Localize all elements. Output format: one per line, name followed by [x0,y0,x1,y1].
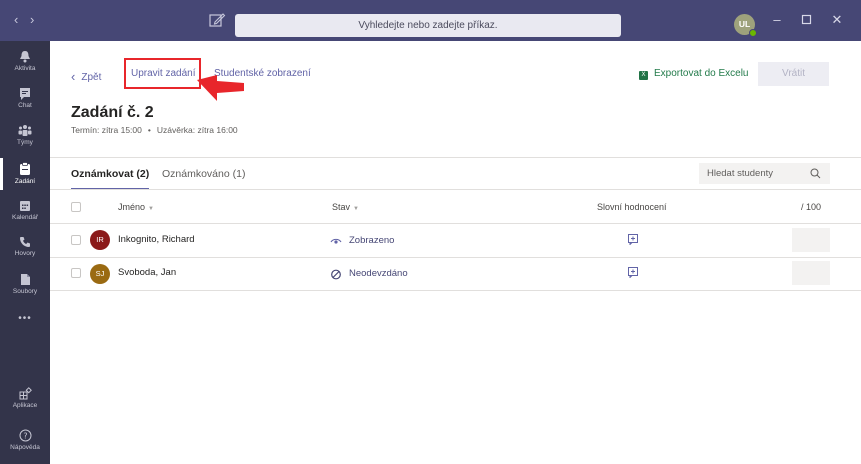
rail-item-assignments[interactable]: Zadání [0,158,50,190]
rail-label-chat: Chat [18,102,32,109]
svg-text:?: ? [23,431,27,440]
tab-to-grade[interactable]: Oznámkovat (2) [71,168,150,190]
separator-dot: • [147,125,151,135]
presence-available-icon [749,29,757,37]
avatar: IR [90,230,110,250]
assignments-icon [20,162,30,175]
teams-icon [18,125,32,136]
rail-item-teams[interactable]: Týmy [0,124,50,146]
add-feedback-icon[interactable] [628,234,638,245]
student-search-placeholder: Hledat studenty [707,168,774,179]
column-header-points: / 100 [801,202,822,212]
rail-label-teams: Týmy [17,139,33,146]
column-name-label: Jméno [118,202,146,212]
phone-icon [20,237,30,247]
student-name[interactable]: Inkognito, Richard [118,234,195,245]
compose-icon[interactable] [208,12,226,29]
divider [50,257,861,258]
student-name[interactable]: Svoboda, Jan [118,267,176,278]
assignment-title: Zadání č. 2 [71,104,154,121]
main-content: ‹ Zpět Upravit zadání Studentské zobrazen… [50,41,861,464]
command-search-input[interactable]: Vyhledejte nebo zadejte příkaz. [235,14,621,37]
rail-label-assignments: Zadání [14,178,36,185]
status-text: Neodevzdáno [349,268,408,279]
eye-icon [330,238,342,244]
divider [50,290,861,291]
help-icon: ? [19,429,31,442]
rail-item-calls[interactable]: Hovory [0,236,50,257]
points-input[interactable] [792,261,830,285]
close-window-icon[interactable]: ✕ [829,12,845,28]
rail-label-help: Nápověda [10,444,40,451]
minimize-icon[interactable]: – [769,12,785,27]
app-rail: Aktivita Chat Týmy Zadání Kalendář Hovor… [0,41,50,464]
rail-item-calendar[interactable]: Kalendář [0,200,50,221]
rail-item-chat[interactable]: Chat [0,87,50,109]
rail-item-activity[interactable]: Aktivita [0,50,50,72]
rail-item-help[interactable]: ? Nápověda [0,429,50,451]
column-header-status[interactable]: Stav ▼ [332,202,359,212]
sort-icon: ▼ [148,206,154,212]
divider [50,189,861,190]
chat-icon [20,88,30,100]
excel-icon: X [639,71,648,80]
due-date: Termín: zítra 15:00 [71,125,142,135]
user-avatar[interactable]: UL [734,14,757,37]
rail-item-files[interactable]: Soubory [0,273,50,295]
student-search-input[interactable]: Hledat studenty [699,163,830,184]
column-header-name[interactable]: Jméno ▼ [118,202,154,212]
add-feedback-icon[interactable] [628,267,638,278]
status-label: Neodevzdáno [331,268,408,280]
files-icon [20,274,30,285]
row-checkbox[interactable] [71,268,81,278]
sort-icon: ▼ [353,206,359,212]
chevron-left-icon: ‹ [71,69,76,84]
apps-icon [19,387,32,400]
return-button[interactable]: Vrátit [758,62,829,86]
edit-assignment-highlight-box [124,58,201,89]
status-text: Zobrazeno [349,235,395,246]
row-checkbox[interactable] [71,235,81,245]
export-label: Exportovat do Excelu [654,68,749,79]
bell-icon [20,51,30,63]
close-date: Uzávěrka: zítra 16:00 [156,125,238,135]
user-initials: UL [738,19,751,29]
rail-label-files: Soubory [12,288,38,295]
back-arrow-icon[interactable]: ‹ [14,12,30,27]
history-nav: ‹ › [14,12,46,27]
rail-item-apps[interactable]: Aplikace [0,387,50,409]
more-apps-icon[interactable]: ••• [0,313,50,324]
not-submitted-icon [331,269,341,280]
status-label: Zobrazeno [330,235,395,246]
back-button[interactable]: ‹ Zpět [71,68,102,84]
rail-label-activity: Aktivita [14,65,36,72]
column-status-label: Stav [332,202,351,212]
back-label: Zpět [81,72,102,83]
avatar: SJ [90,264,110,284]
divider [50,223,861,224]
rail-label-apps: Aplikace [12,402,38,409]
title-bar: ‹ › Vyhledejte nebo zadejte příkaz. UL – … [0,0,861,41]
rail-label-calls: Hovory [14,250,36,257]
search-icon [810,168,821,179]
select-all-checkbox[interactable] [71,202,81,212]
red-pointer-arrow-icon [197,75,244,101]
rail-label-calendar: Kalendář [11,214,39,221]
column-header-feedback: Slovní hodnocení [597,202,667,212]
points-input[interactable] [792,228,830,252]
maximize-icon[interactable] [798,12,814,28]
export-excel-button[interactable]: X Exportovat do Excelu [639,68,749,80]
tab-graded[interactable]: Oznámkováno (1) [162,168,245,180]
forward-arrow-icon[interactable]: › [30,12,46,27]
assignment-dates: Termín: zítra 15:00 • Uzávěrka: zítra 16:0… [71,125,238,135]
calendar-icon [20,201,30,211]
divider [50,157,861,158]
